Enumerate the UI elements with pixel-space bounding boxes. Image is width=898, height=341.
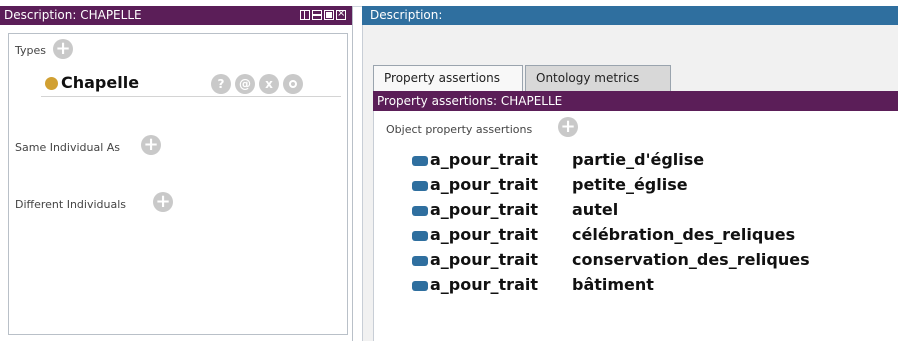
- assertion-value: petite_église: [572, 175, 688, 194]
- assertion-property: a_pour_trait: [430, 250, 538, 269]
- assertion-property: a_pour_trait: [430, 150, 538, 169]
- object-property-icon: [412, 206, 428, 216]
- object-property-icon: [412, 281, 428, 291]
- type-entry-row[interactable]: Chapelle ? @ x: [41, 70, 341, 97]
- add-different-individual-button[interactable]: +: [153, 192, 173, 212]
- assertion-property: a_pour_trait: [430, 200, 538, 219]
- assertion-value: conservation_des_reliques: [572, 250, 810, 269]
- tile-icon[interactable]: [300, 10, 310, 20]
- left-panel-header: Description: CHAPELLE: [0, 6, 352, 25]
- assertion-property: a_pour_trait: [430, 275, 538, 294]
- window-controls: [300, 7, 346, 21]
- add-same-individual-button[interactable]: +: [141, 135, 161, 155]
- right-description-panel: Description: Property assertions Ontolog…: [362, 6, 898, 341]
- annotate-icon[interactable]: @: [235, 74, 255, 94]
- add-object-property-button[interactable]: +: [558, 117, 578, 137]
- delete-icon[interactable]: x: [259, 74, 279, 94]
- assertion-value: célébration_des_reliques: [572, 225, 796, 244]
- object-property-icon: [412, 231, 428, 241]
- minimize-icon[interactable]: [312, 10, 322, 20]
- type-name: Chapelle: [61, 73, 140, 92]
- explain-icon[interactable]: ?: [211, 74, 231, 94]
- individual-dot-icon: [45, 77, 58, 90]
- assertion-value: partie_d'église: [572, 150, 705, 169]
- object-property-assertions-label: Object property assertions: [386, 123, 533, 136]
- object-property-icon: [412, 256, 428, 266]
- individual-description-frame: Types + Chapelle ? @ x Same Individual A…: [8, 33, 348, 335]
- right-panel-title: Description:: [370, 8, 443, 22]
- same-individual-label: Same Individual As: [15, 141, 121, 154]
- assertion-value: autel: [572, 200, 619, 219]
- tab-property-assertions[interactable]: Property assertions: [373, 65, 523, 91]
- add-type-button[interactable]: +: [53, 39, 73, 59]
- assertion-property: a_pour_trait: [430, 225, 538, 244]
- right-panel-body: Property assertions Ontology metrics Pro…: [362, 25, 898, 341]
- edit-icon[interactable]: [283, 74, 303, 94]
- assertion-value: bâtiment: [572, 275, 654, 294]
- left-panel-title: Description: CHAPELLE: [4, 8, 142, 22]
- types-label: Types: [15, 44, 46, 57]
- maximize-icon[interactable]: [324, 10, 334, 20]
- tab-ontology-metrics[interactable]: Ontology metrics: [525, 65, 671, 91]
- close-icon[interactable]: [336, 7, 346, 21]
- object-property-icon: [412, 181, 428, 191]
- assertion-property: a_pour_trait: [430, 175, 538, 194]
- object-property-icon: [412, 156, 428, 166]
- left-description-panel: Description: CHAPELLE Types + Chapelle ?…: [0, 6, 353, 341]
- different-individuals-label: Different Individuals: [15, 198, 127, 211]
- property-assertions-header: Property assertions: CHAPELLE: [373, 91, 898, 111]
- property-assertions-title: Property assertions: CHAPELLE: [377, 94, 563, 108]
- property-assertions-frame: Object property assertions + a_pour_trai…: [373, 111, 898, 341]
- right-panel-header: Description:: [362, 6, 898, 25]
